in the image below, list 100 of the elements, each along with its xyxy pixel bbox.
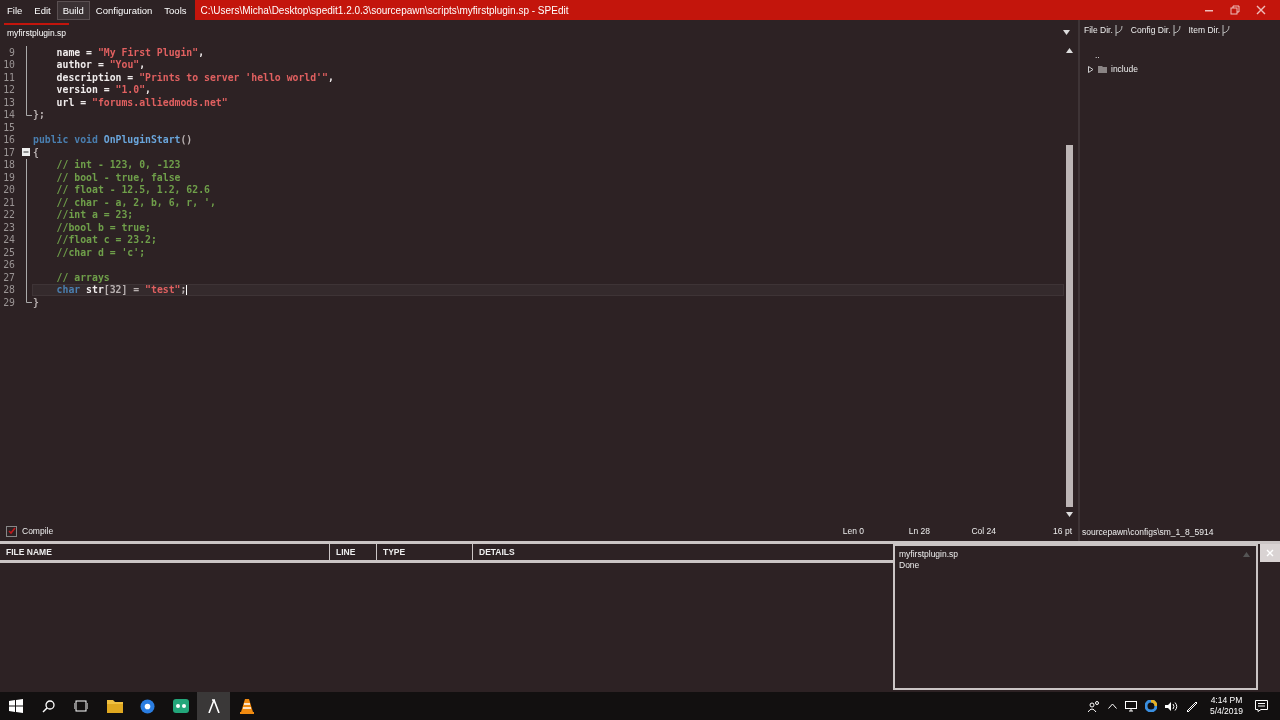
scroll-up-icon[interactable]	[1065, 48, 1073, 53]
code-text: "test"	[145, 284, 181, 296]
code-text: "Prints to server 'hello world'"	[139, 71, 328, 83]
branch-icon	[1222, 24, 1231, 36]
config-path: sourcepawn\configs\sm_1_8_5914	[1081, 526, 1215, 539]
people-icon[interactable]	[1087, 700, 1100, 712]
code-text: public void	[33, 134, 99, 146]
code-text: description =	[55, 71, 135, 83]
code-text: version =	[55, 84, 111, 96]
code-text: name =	[55, 46, 93, 58]
menu-item[interactable]: Edit	[28, 0, 57, 20]
code-text: char	[55, 284, 82, 296]
app-tray-icon[interactable]	[1144, 700, 1157, 712]
line-number: 13	[2, 96, 15, 108]
search-icon[interactable]	[42, 699, 55, 713]
code-text: str	[86, 284, 104, 296]
restore-icon[interactable]	[1230, 5, 1240, 15]
line-number: 14	[2, 109, 15, 121]
code-text: // char - a, 2, b, 6, r, ',	[55, 196, 216, 208]
panel-tab[interactable]: Config Dir.	[1130, 25, 1171, 35]
status-text: Col 24	[970, 526, 996, 536]
network-icon[interactable]	[1124, 700, 1137, 712]
check-icon	[7, 527, 16, 535]
line-number: 26	[2, 259, 15, 271]
code-text: ,	[327, 71, 334, 83]
line-number: 15	[2, 121, 15, 133]
checkbox[interactable]	[6, 525, 17, 537]
code-text: // float - 12.5, 1.2, 62.6	[55, 184, 210, 196]
code-text: // int - 123, 0, -123	[55, 159, 181, 171]
close-icon[interactable]	[1256, 5, 1266, 15]
line-number: 17	[2, 146, 15, 158]
line-number: 12	[2, 84, 15, 96]
line-number: 19	[2, 171, 15, 183]
fold-toggle-icon[interactable]	[22, 148, 30, 156]
column-header[interactable]: DETAILS	[473, 544, 893, 560]
code-text: {	[33, 146, 39, 158]
code-text: author =	[55, 59, 105, 71]
code-text: "forums.alliedmods.net"	[92, 96, 228, 108]
clock-date[interactable]: 5/4/2019	[1209, 706, 1243, 717]
menu-item[interactable]: Tools	[158, 0, 193, 20]
browser-icon	[140, 698, 155, 714]
line-number: 22	[2, 209, 15, 221]
line-number: 28	[2, 284, 15, 296]
column-header[interactable]: FILE NAME	[0, 544, 330, 560]
code-text: ,	[139, 59, 146, 71]
menu-item[interactable]: File	[1, 0, 29, 20]
code-text: // bool - true, false	[55, 171, 181, 183]
code-text: OnPluginStart	[103, 134, 181, 146]
column-header[interactable]: LINE	[330, 544, 377, 560]
chevron-up-icon[interactable]	[1107, 703, 1117, 709]
output-text: Done	[899, 560, 920, 571]
status-text: Len 0	[841, 526, 864, 536]
dropdown-icon[interactable]	[1063, 30, 1070, 35]
code-text: ,	[145, 84, 151, 96]
output-text: myfirstplugin.sp	[899, 549, 959, 560]
line-number: 9	[8, 46, 15, 58]
close-icon	[1266, 549, 1274, 557]
tree-item[interactable]: include	[1111, 64, 1138, 74]
status-text: 16 pt	[1052, 526, 1073, 536]
scroll-down-icon[interactable]	[1065, 512, 1073, 517]
tree-item[interactable]: ..	[1088, 50, 1100, 60]
clock-time[interactable]: 4:14 PM	[1210, 695, 1243, 706]
menu-item[interactable]: Configuration	[89, 0, 159, 20]
line-number: 20	[2, 184, 15, 196]
line-number: 21	[2, 196, 15, 208]
code-text: //int a = 23;	[55, 209, 134, 221]
notification-icon[interactable]	[1255, 700, 1268, 712]
window-title: C:\Users\Micha\Desktop\spedit1.2.0.3\sourcepawn\scripts\myfirstplugin.sp - SPEdit	[200, 4, 570, 16]
line-number: 27	[2, 271, 15, 283]
code-text: url =	[55, 96, 88, 108]
checkbox-label: Compile	[22, 526, 54, 536]
line-number: 29	[2, 296, 15, 308]
pen-icon[interactable]	[1185, 700, 1198, 712]
folder-icon	[1098, 65, 1107, 73]
text-cursor	[186, 284, 188, 295]
windows-icon[interactable]	[9, 699, 23, 713]
line-number: 11	[2, 71, 15, 83]
panel-tab[interactable]: Item Dir.	[1188, 25, 1221, 35]
code-text: //float c = 23.2;	[55, 234, 157, 246]
code-text: ,	[198, 46, 205, 58]
status-text: Ln 28	[907, 526, 930, 536]
code-text: "You"	[109, 59, 140, 71]
code-text: //bool b = true;	[55, 221, 151, 233]
expand-icon[interactable]	[1088, 65, 1094, 73]
line-number: 23	[2, 221, 15, 233]
line-number: 24	[2, 234, 15, 246]
folder-icon	[106, 699, 123, 713]
traffic-cone-icon	[239, 698, 254, 714]
line-number: 16	[2, 134, 15, 146]
scroll-thumb[interactable]	[1065, 144, 1073, 507]
lambda-icon	[206, 699, 221, 713]
volume-icon[interactable]	[1164, 700, 1178, 712]
code-text: [32] =	[103, 284, 141, 296]
panel-tab[interactable]: File Dir.	[1084, 25, 1113, 35]
column-header[interactable]: TYPE	[377, 544, 473, 560]
taskbar-app[interactable]	[197, 692, 230, 720]
code-text: "My First Plugin"	[97, 46, 199, 58]
menu-item[interactable]: Build	[56, 0, 90, 20]
file-tab[interactable]: myfirstplugin.sp	[4, 23, 70, 42]
task-view-icon[interactable]	[74, 700, 88, 712]
